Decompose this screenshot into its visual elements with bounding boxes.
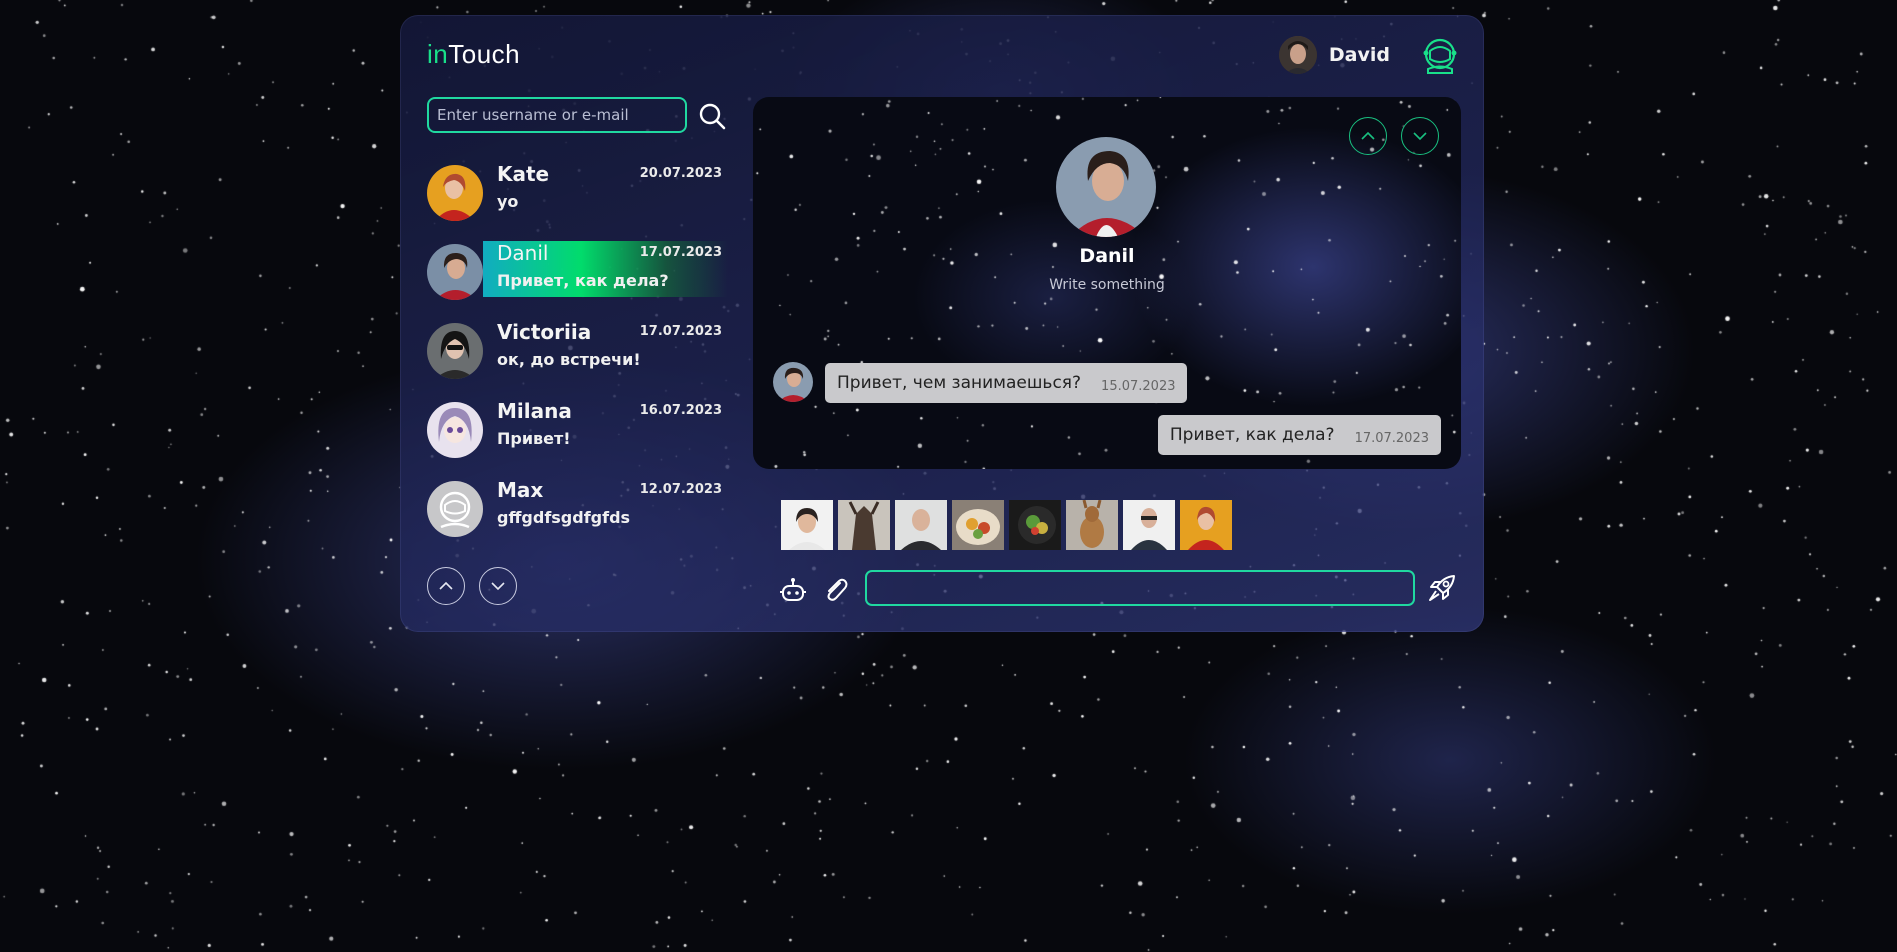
contact-name: Kate [497,162,550,186]
contact-last-message: ок, до встречи! [497,350,641,369]
chat-scroll-up-button[interactable] [1349,117,1387,155]
peer-avatar[interactable] [1056,137,1156,237]
chevron-up-icon [439,581,453,590]
peer-name: Danil [1079,245,1135,267]
chevron-down-icon [491,582,505,591]
user-avatar[interactable] [1278,36,1317,74]
paperclip-icon[interactable] [821,575,851,605]
contact-item-kate[interactable]: Kate 20.07.2023 yo [427,162,722,226]
kate-avatar [427,165,483,221]
chevron-up-icon [1361,131,1375,140]
photo-kangaroo-thumbnail[interactable] [1066,500,1118,550]
robot-icon[interactable] [778,575,808,605]
message-text: Привет, как дела? [1169,425,1335,445]
contact-date: 12.07.2023 [639,482,722,497]
message-outgoing[interactable]: Привет, как дела? 17.07.2023 [1157,415,1441,455]
contacts-scroll-up-button[interactable] [427,567,465,605]
danil-avatar [427,244,483,300]
message-sender-avatar [773,362,813,402]
photo-man-glasses-thumbnail[interactable] [1123,500,1175,550]
contact-item-milana[interactable]: Milana 16.07.2023 Привет! [427,399,722,463]
photo-woman-red-thumbnail[interactable] [1180,500,1232,550]
logo-in: in [427,39,449,69]
chat-scroll-down-button[interactable] [1401,117,1439,155]
contact-item-danil[interactable]: Danil 17.07.2023 Привет, как дела? [427,241,728,305]
search-input[interactable] [427,97,687,133]
astronaut-helmet-icon[interactable] [1420,35,1460,75]
app-logo[interactable]: inTouch [427,39,520,70]
contact-date: 17.07.2023 [639,324,722,339]
contact-date: 16.07.2023 [639,403,722,418]
contacts-scroll-down-button[interactable] [479,567,517,605]
message-input[interactable] [865,570,1415,606]
messenger-panel: inTouch David Kate [400,15,1484,632]
victoriia-avatar [427,323,483,379]
logo-touch: Touch [448,39,521,69]
contact-list: Kate 20.07.2023 yo Danil 17.07.2023 Прив… [427,162,728,557]
photo-animal-thumbnail[interactable] [838,500,890,550]
contact-last-message: gffgdfsgdfgfds [497,508,631,527]
contact-item-max[interactable]: Max 12.07.2023 gffgdfsgdfgfds [427,478,722,542]
message-date: 15.07.2023 [1101,378,1176,394]
contact-name: Danil [497,241,549,265]
photo-man-bald-thumbnail[interactable] [895,500,947,550]
photo-woman-thumbnail[interactable] [781,500,833,550]
contact-last-message: Привет, как дела? [497,271,669,290]
contact-item-victoriia[interactable]: Victoriia 17.07.2023 ок, до встречи! [427,320,722,384]
chat-window: Danil Write something Привет, чем занима… [753,97,1461,469]
message-text: Привет, чем занимаешься? [837,373,1082,393]
chevron-down-icon [1413,132,1427,141]
default-helmet-avatar [427,481,483,537]
contact-last-message: Привет! [497,429,571,448]
search-icon[interactable] [697,101,727,131]
current-user[interactable]: David [1278,35,1460,75]
rocket-send-icon[interactable] [1425,571,1459,605]
contact-last-message: yo [497,192,519,211]
message-date: 17.07.2023 [1354,430,1429,446]
photo-salad-thumbnail[interactable] [1009,500,1061,550]
contact-date: 17.07.2023 [639,245,722,260]
contact-name: Max [497,478,544,502]
contact-date: 20.07.2023 [639,166,722,181]
user-name: David [1328,44,1390,66]
peer-status: Write something [1049,277,1165,293]
milana-avatar [427,402,483,458]
message-incoming[interactable]: Привет, чем занимаешься? 15.07.2023 [825,363,1188,403]
photo-food-thumbnail[interactable] [952,500,1004,550]
contact-name: Milana [497,399,572,423]
contact-name: Victoriia [497,320,592,344]
media-thumbnails [781,500,1232,550]
